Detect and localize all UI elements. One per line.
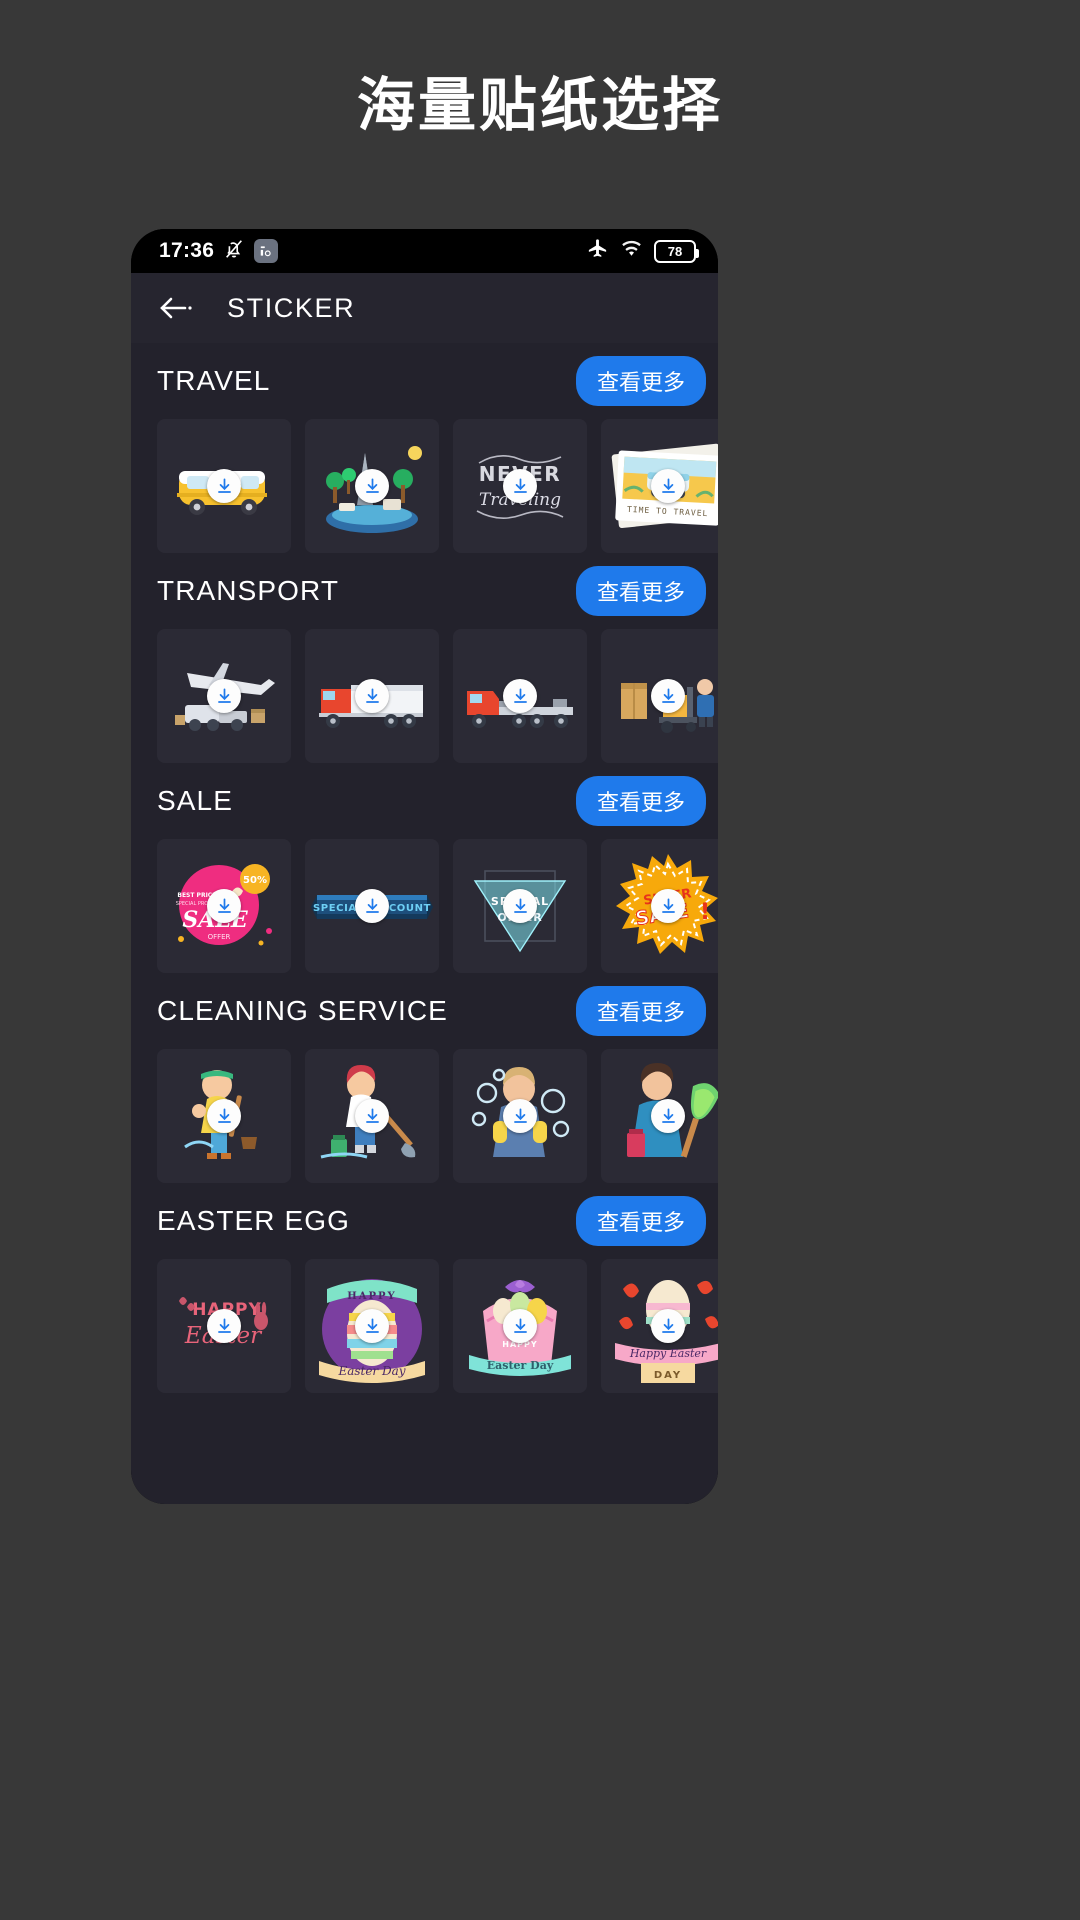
svg-text:Easter Day: Easter Day bbox=[487, 1359, 554, 1372]
status-bar-left: 17:36 bbox=[159, 237, 279, 266]
app-bar: STICKER bbox=[131, 273, 718, 343]
section-sale: SALE 查看更多 50% BEST PRICES SPECIAL PRODUC… bbox=[131, 763, 718, 973]
see-more-button[interactable]: 查看更多 bbox=[575, 1196, 706, 1246]
sticker-tile[interactable]: Happy Easter DAY bbox=[601, 1259, 718, 1393]
section-title: CLEANING SERVICE bbox=[157, 995, 448, 1026]
download-icon[interactable] bbox=[503, 469, 537, 503]
sticker-tile[interactable]: HAPPY Easter bbox=[157, 1259, 291, 1393]
sticker-tile[interactable]: SUPER SALE ! bbox=[601, 839, 718, 973]
see-more-button[interactable]: 查看更多 bbox=[575, 986, 706, 1036]
sticker-tile[interactable]: SPECIAL DISCOUNT bbox=[305, 839, 439, 973]
download-icon[interactable] bbox=[503, 1309, 537, 1343]
download-icon[interactable] bbox=[355, 679, 389, 713]
sticker-tile[interactable]: SPECIAL OFFER bbox=[453, 839, 587, 973]
sticker-tile[interactable] bbox=[305, 1049, 439, 1183]
sticker-tile[interactable]: 50% BEST PRICES SPECIAL PRODUCT SALE OFF… bbox=[157, 839, 291, 973]
download-icon[interactable] bbox=[651, 679, 685, 713]
airplane-mode-icon bbox=[586, 237, 609, 265]
svg-text:Happy Easter: Happy Easter bbox=[629, 1347, 707, 1360]
page-title: 海量贴纸选择 bbox=[356, 71, 723, 139]
section-transport: TRANSPORT 查看更多 bbox=[131, 553, 718, 763]
section-header: SALE 查看更多 bbox=[131, 763, 718, 839]
sticker-tile[interactable] bbox=[601, 629, 718, 763]
svg-text:!: ! bbox=[700, 900, 710, 925]
svg-text:50%: 50% bbox=[243, 875, 267, 886]
section-title: SALE bbox=[157, 785, 233, 816]
app-screen: STICKER TRAVEL 查看更多 TIME TO TRAVEL TRANS… bbox=[131, 273, 718, 1504]
svg-text:Easter Day: Easter Day bbox=[337, 1364, 405, 1378]
download-icon[interactable] bbox=[355, 889, 389, 923]
download-icon[interactable] bbox=[355, 1099, 389, 1133]
section-travel: TRAVEL 查看更多 TIME TO TRAVEL bbox=[131, 343, 718, 553]
sticker-row[interactable]: 50% BEST PRICES SPECIAL PRODUCT SALE OFF… bbox=[131, 839, 718, 973]
section-header: CLEANING SERVICE 查看更多 bbox=[131, 973, 718, 1049]
download-icon[interactable] bbox=[355, 1309, 389, 1343]
download-icon[interactable] bbox=[503, 889, 537, 923]
sticker-tile[interactable] bbox=[305, 419, 439, 553]
sticker-tile[interactable]: HAPPY Easter Day bbox=[305, 1259, 439, 1393]
download-icon[interactable] bbox=[651, 1309, 685, 1343]
sticker-tile[interactable] bbox=[157, 1049, 291, 1183]
section-header: TRANSPORT 查看更多 bbox=[131, 553, 718, 629]
svg-text:OFFER: OFFER bbox=[208, 933, 231, 941]
status-bar: 17:36 78 bbox=[131, 229, 718, 273]
wifi-icon bbox=[620, 237, 643, 265]
see-more-button[interactable]: 查看更多 bbox=[575, 566, 706, 616]
download-icon[interactable] bbox=[651, 1099, 685, 1133]
section-easter-egg: EASTER EGG 查看更多 HAPPY Easter Day Easter … bbox=[131, 1183, 718, 1393]
download-icon[interactable] bbox=[207, 469, 241, 503]
section-title: EASTER EGG bbox=[157, 1205, 351, 1236]
section-title: TRANSPORT bbox=[157, 575, 340, 606]
sticker-row[interactable] bbox=[131, 1049, 718, 1183]
download-icon[interactable] bbox=[207, 679, 241, 713]
status-bar-right: 78 bbox=[586, 237, 699, 265]
download-icon[interactable] bbox=[503, 1099, 537, 1133]
download-icon[interactable] bbox=[207, 1309, 241, 1343]
sticker-row[interactable] bbox=[131, 629, 718, 763]
section-header: TRAVEL 查看更多 bbox=[131, 343, 718, 419]
sticker-row[interactable]: HAPPY Easter Day Easter Day HAPPY Happy … bbox=[131, 1259, 718, 1393]
back-arrow-icon[interactable] bbox=[155, 287, 197, 329]
download-icon[interactable] bbox=[207, 889, 241, 923]
battery-indicator: 78 bbox=[654, 239, 699, 263]
download-icon[interactable] bbox=[207, 1099, 241, 1133]
bell-off-icon bbox=[223, 237, 245, 266]
sticker-tile[interactable] bbox=[305, 629, 439, 763]
sticker-tile[interactable]: NEVER Traveling bbox=[453, 419, 587, 553]
sticker-row[interactable]: NEVER Traveling bbox=[131, 419, 718, 553]
download-icon[interactable] bbox=[651, 469, 685, 503]
section-header: EASTER EGG 查看更多 bbox=[131, 1183, 718, 1259]
section-cleaning-service: CLEANING SERVICE 查看更多 bbox=[131, 973, 718, 1183]
sticker-tile[interactable] bbox=[453, 1049, 587, 1183]
page-heading: STICKER bbox=[227, 292, 356, 323]
app-badge-icon bbox=[254, 239, 279, 263]
sticker-sections-scroll[interactable]: TRAVEL 查看更多 TIME TO TRAVEL TRANSPORT 查看更… bbox=[131, 343, 718, 1393]
download-icon[interactable] bbox=[651, 889, 685, 923]
see-more-button[interactable]: 查看更多 bbox=[575, 356, 706, 406]
sticker-tile[interactable]: TIME TO TRAVEL bbox=[601, 419, 718, 553]
battery-level: 78 bbox=[667, 243, 683, 259]
see-more-button[interactable]: 查看更多 bbox=[575, 776, 706, 826]
download-icon[interactable] bbox=[355, 469, 389, 503]
phone-mockup: 17:36 78 STICKER TRAVEL 查看更多 TIME TO TRA… bbox=[131, 229, 718, 1504]
sticker-tile[interactable] bbox=[601, 1049, 718, 1183]
svg-text:DAY: DAY bbox=[654, 1370, 682, 1381]
download-icon[interactable] bbox=[503, 679, 537, 713]
section-title: TRAVEL bbox=[157, 365, 271, 396]
sticker-tile[interactable]: Easter Day HAPPY bbox=[453, 1259, 587, 1393]
sticker-tile[interactable] bbox=[157, 629, 291, 763]
sticker-tile[interactable] bbox=[453, 629, 587, 763]
sticker-tile[interactable] bbox=[157, 419, 291, 553]
status-time: 17:36 bbox=[159, 239, 215, 262]
